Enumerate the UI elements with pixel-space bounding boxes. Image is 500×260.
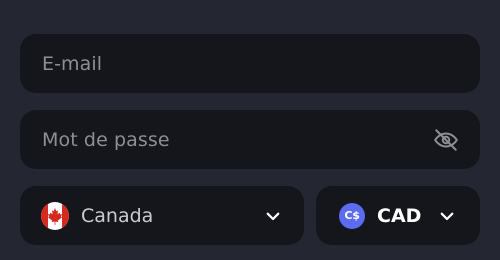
canada-flag-icon [41, 201, 69, 230]
country-select[interactable]: Canada [20, 186, 304, 245]
password-field[interactable]: Mot de passe [20, 110, 480, 169]
currency-label: CAD [377, 204, 422, 227]
currency-select[interactable]: C$ CAD [316, 186, 480, 245]
email-field[interactable]: E-mail [20, 34, 480, 93]
eye-off-icon[interactable] [432, 126, 460, 154]
currency-badge-icon: C$ [339, 202, 365, 229]
password-placeholder: Mot de passe [42, 128, 170, 151]
chevron-down-icon [264, 207, 282, 225]
email-placeholder: E-mail [42, 52, 103, 75]
chevron-down-icon [438, 207, 456, 225]
country-label: Canada [81, 204, 154, 227]
login-form: E-mail Mot de passe Canada C$ CAD [0, 0, 500, 260]
